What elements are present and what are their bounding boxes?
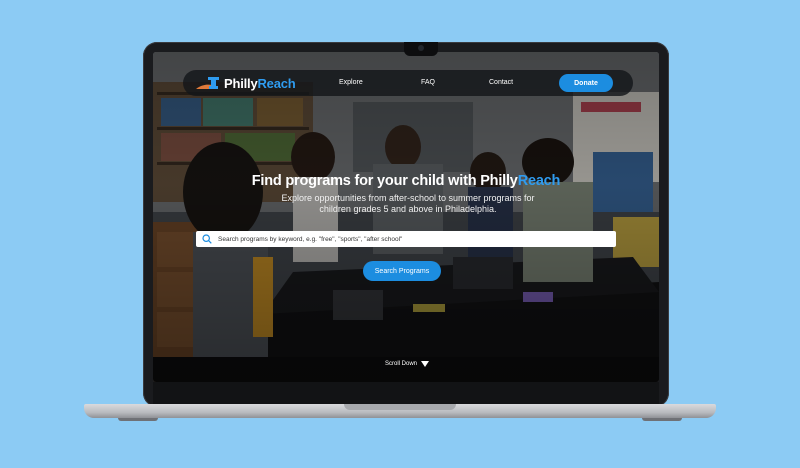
nav-explore-link[interactable]: Explore (339, 79, 363, 86)
laptop-chin (153, 382, 659, 404)
laptop-foot-left (118, 418, 158, 421)
liberty-bell-logo-icon (196, 77, 219, 89)
scroll-down-label: Scroll Down (385, 361, 418, 367)
brand-logo[interactable]: PhillyReach (195, 75, 313, 91)
hero-overlay (153, 52, 659, 382)
top-navbar: PhillyReach Explore FAQ Contact Donate (183, 70, 633, 96)
donate-button[interactable]: Donate (559, 74, 613, 92)
hero-title: Find programs for your child with Philly… (251, 173, 561, 189)
laptop-base-groove (344, 404, 456, 410)
search-input[interactable]: Search programs by keyword, e.g. "free",… (196, 231, 616, 247)
hero-subtitle: Explore opportunities from after-school … (281, 193, 535, 214)
search-placeholder: Search programs by keyword, e.g. "free",… (218, 235, 403, 243)
camera-icon (418, 45, 424, 51)
search-icon (202, 234, 212, 244)
nav-contact-link[interactable]: Contact (489, 79, 513, 86)
scroll-down-link[interactable]: Scroll Down (385, 361, 430, 367)
laptop-foot-right (642, 418, 682, 421)
nav-faq-link[interactable]: FAQ (421, 79, 435, 86)
brand-name: PhillyReach (224, 75, 296, 91)
triangle-down-icon (421, 361, 430, 367)
laptop-screen: PhillyReach Explore FAQ Contact Donate F… (153, 52, 659, 382)
search-programs-button[interactable]: Search Programs (363, 261, 441, 281)
